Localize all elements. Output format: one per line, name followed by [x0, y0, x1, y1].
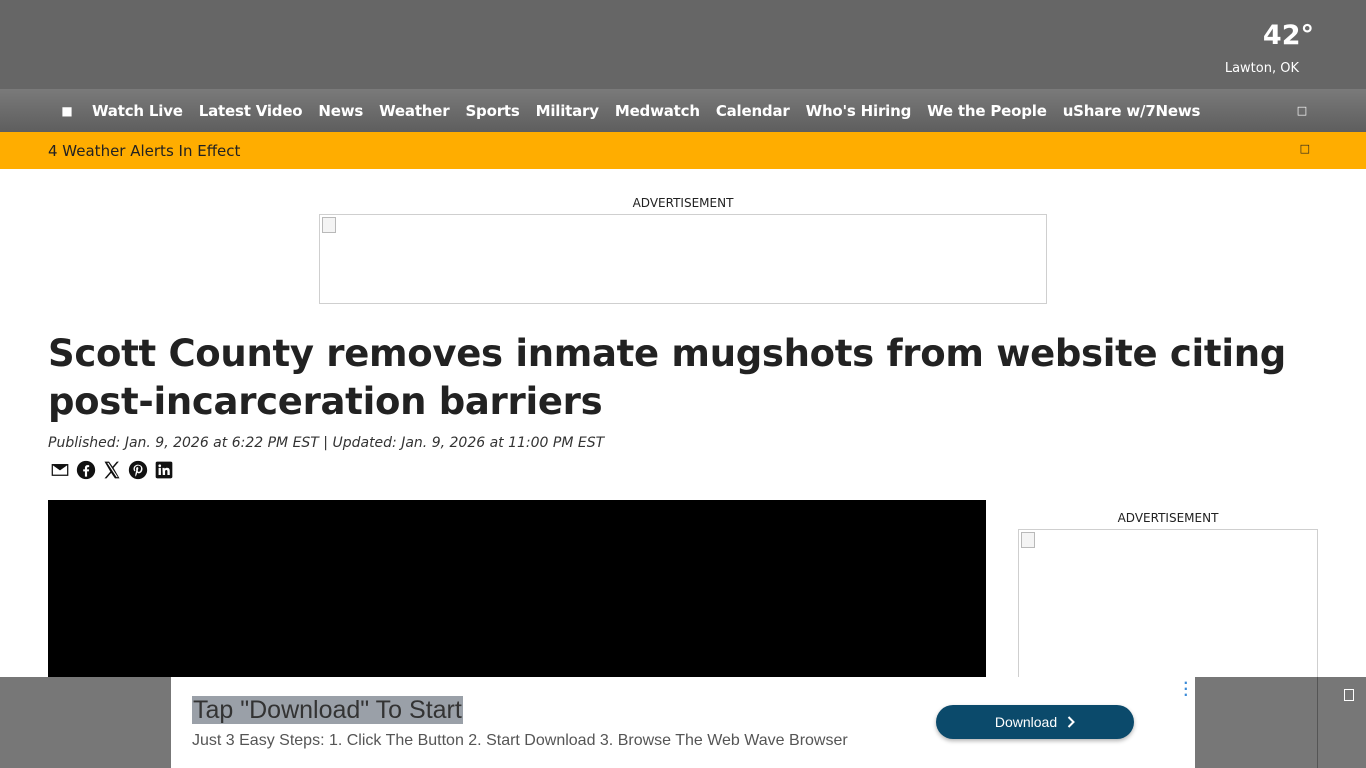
- alert-text[interactable]: 4 Weather Alerts In Effect: [48, 142, 240, 160]
- email-icon[interactable]: [50, 460, 70, 480]
- article-headline: Scott County removes inmate mugshots fro…: [48, 332, 1286, 423]
- download-button-label: Download: [994, 714, 1058, 730]
- nav-item-sports[interactable]: Sports: [457, 102, 527, 120]
- nav-item-we-the-people[interactable]: We the People: [919, 102, 1055, 120]
- ad-label-top: ADVERTISEMENT: [632, 196, 734, 210]
- nav-item-military[interactable]: Military: [528, 102, 607, 120]
- nav-item-watch-live[interactable]: Watch Live: [84, 102, 191, 120]
- share-bar: [50, 460, 174, 480]
- facebook-icon[interactable]: [76, 460, 96, 480]
- ad-label-side: ADVERTISEMENT: [1117, 511, 1219, 525]
- search-icon[interactable]: □: [1294, 102, 1310, 118]
- article-meta: Published: Jan. 9, 2026 at 6:22 PM EST |…: [48, 435, 605, 451]
- nav-item-calendar[interactable]: Calendar: [708, 102, 798, 120]
- chevron-right-icon: [1067, 716, 1076, 728]
- broken-image-icon: [1021, 532, 1035, 548]
- broken-image-icon: [322, 217, 336, 233]
- download-button[interactable]: Download: [936, 705, 1134, 739]
- top-header: 42° Lawton, OK: [0, 0, 1366, 89]
- weather-location[interactable]: Lawton, OK: [1225, 61, 1299, 76]
- nav-item-news[interactable]: News: [310, 102, 371, 120]
- linkedin-icon[interactable]: [154, 460, 174, 480]
- main-nav: ■ Watch Live Latest Video News Weather Sport…: [0, 89, 1366, 132]
- weather-alert-bar[interactable]: 4 Weather Alerts In Effect □: [0, 132, 1366, 169]
- bottom-ad-title[interactable]: Tap "Download" To Start: [192, 696, 463, 724]
- nav-item-ushare-w-7news[interactable]: uShare w/7News: [1055, 102, 1209, 120]
- nav-item-who-s-hiring[interactable]: Who's Hiring: [798, 102, 920, 120]
- nav-item-latest-video[interactable]: Latest Video: [191, 102, 311, 120]
- nav-item-weather[interactable]: Weather: [371, 102, 457, 120]
- ad-banner-top[interactable]: [319, 214, 1047, 304]
- bottom-ad-content[interactable]: Tap "Download" To Start Just 3 Easy Step…: [171, 677, 1195, 768]
- home-icon[interactable]: ■: [58, 102, 76, 120]
- close-ad-icon[interactable]: [1344, 689, 1354, 701]
- bottom-ad-subtitle[interactable]: Just 3 Easy Steps: 1. Click The Button 2…: [192, 732, 848, 750]
- bottom-sticky-ad: Tap "Download" To Start Just 3 Easy Step…: [0, 677, 1366, 768]
- divider: [1317, 677, 1318, 768]
- nav-item-medwatch[interactable]: Medwatch: [607, 102, 708, 120]
- more-options-icon[interactable]: · · ·: [1183, 677, 1188, 701]
- weather-temperature[interactable]: 42°: [1263, 20, 1314, 51]
- x-icon[interactable]: [102, 460, 122, 480]
- pinterest-icon[interactable]: [128, 460, 148, 480]
- alert-expand-icon[interactable]: □: [1300, 142, 1310, 155]
- nav-items: Watch Live Latest Video News Weather Sports M…: [84, 102, 1208, 120]
